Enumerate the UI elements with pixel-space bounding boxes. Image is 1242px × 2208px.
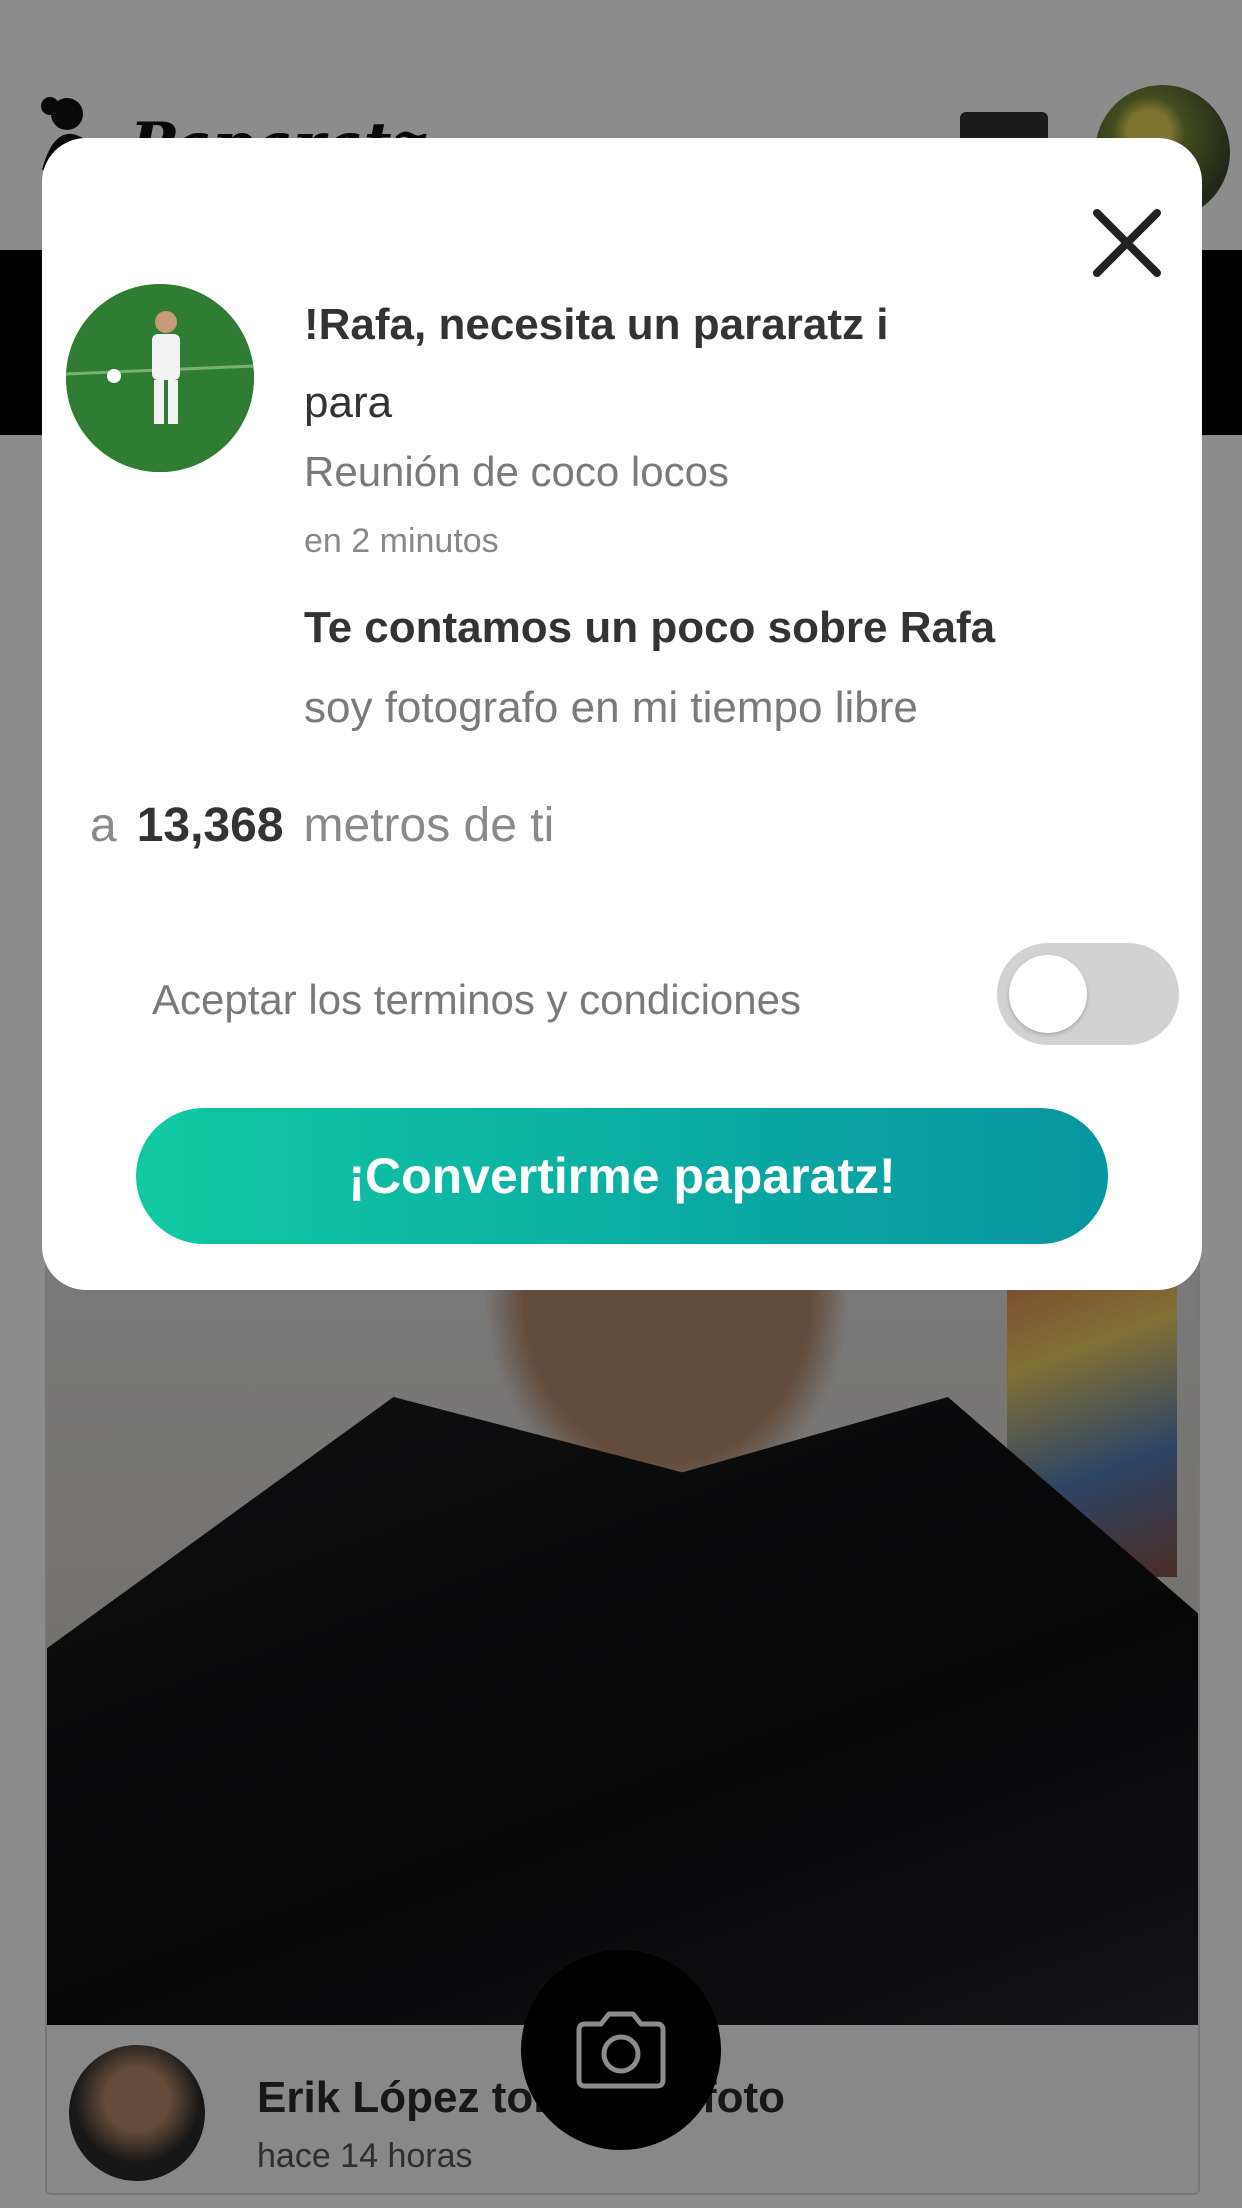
close-icon bbox=[1093, 209, 1161, 277]
request-title: !Rafa, necesita un pararatz i para bbox=[304, 286, 1024, 442]
event-time: en 2 minutos bbox=[304, 522, 499, 560]
requester-photo bbox=[66, 284, 254, 472]
event-name: Reunión de coco locos bbox=[304, 448, 729, 495]
toggle-knob bbox=[1009, 955, 1087, 1033]
about-text: soy fotografo en mi tiempo libre bbox=[304, 683, 918, 732]
become-paparatz-button[interactable]: ¡Convertirme paparatz! bbox=[136, 1108, 1108, 1244]
distance-value: 13,368 bbox=[136, 799, 284, 852]
request-title-suffix: para bbox=[304, 378, 393, 427]
distance-info: a 13,368 metros de ti bbox=[90, 798, 554, 853]
terms-label: Aceptar los terminos y condiciones bbox=[152, 976, 801, 1023]
distance-suffix: metros de ti bbox=[303, 799, 555, 852]
terms-toggle[interactable] bbox=[997, 943, 1179, 1045]
requester-avatar bbox=[66, 284, 254, 472]
distance-prefix: a bbox=[90, 799, 117, 852]
paparatz-request-modal: !Rafa, necesita un pararatz i para Reuni… bbox=[42, 138, 1202, 1290]
about-heading: Te contamos un poco sobre Rafa bbox=[304, 603, 996, 652]
request-title-main: !Rafa, necesita un pararatz i bbox=[304, 300, 889, 349]
close-button[interactable] bbox=[1082, 198, 1172, 288]
